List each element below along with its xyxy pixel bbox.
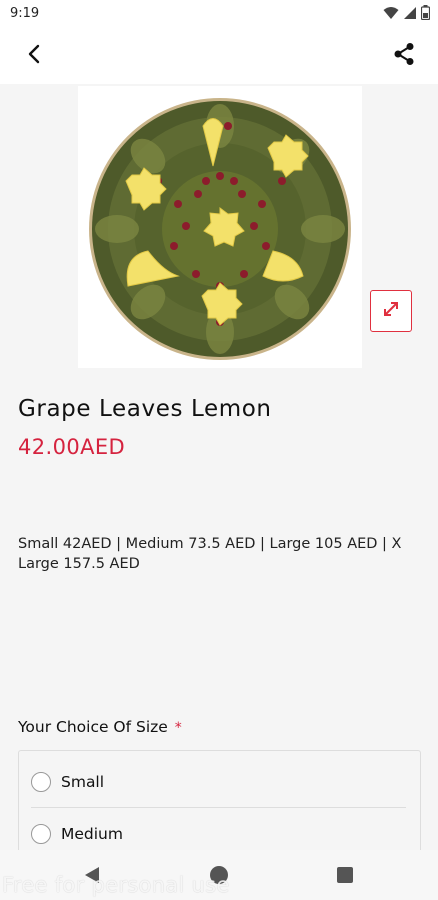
expand-icon — [381, 299, 401, 323]
size-options: Small Medium — [18, 750, 421, 860]
product-price: 42.00AED — [18, 435, 126, 459]
back-button[interactable] — [18, 40, 50, 72]
product-image[interactable] — [78, 86, 362, 368]
radio-small[interactable] — [31, 772, 51, 792]
status-bar: 9:19 — [0, 0, 438, 28]
expand-image-button[interactable] — [370, 290, 412, 332]
required-mark: * — [174, 720, 182, 736]
option-divider — [31, 807, 406, 808]
app-bar — [0, 28, 438, 84]
grape-leaves-platter-image — [89, 98, 351, 360]
share-button[interactable] — [388, 40, 420, 72]
option-small[interactable]: Small — [31, 757, 406, 807]
battery-icon — [420, 5, 431, 24]
signal-icon — [403, 5, 417, 24]
size-choice-title: Your Choice Of Size * — [18, 718, 182, 736]
size-choice-label: Your Choice Of Size — [18, 718, 168, 736]
product-title: Grape Leaves Lemon — [18, 396, 272, 422]
product-description: Small 42AED | Medium 73.5 AED | Large 10… — [18, 536, 402, 572]
nav-recent-icon[interactable] — [337, 867, 353, 883]
option-small-label: Small — [61, 773, 105, 791]
share-icon — [393, 42, 415, 70]
wifi-icon — [383, 5, 399, 24]
product-image-area — [0, 84, 438, 374]
radio-medium[interactable] — [31, 824, 51, 844]
back-arrow-icon — [27, 44, 41, 68]
status-time: 9:19 — [10, 6, 40, 21]
status-icons — [383, 5, 431, 24]
watermark-text: Free for personal use — [2, 873, 230, 897]
option-medium-label: Medium — [61, 825, 123, 843]
